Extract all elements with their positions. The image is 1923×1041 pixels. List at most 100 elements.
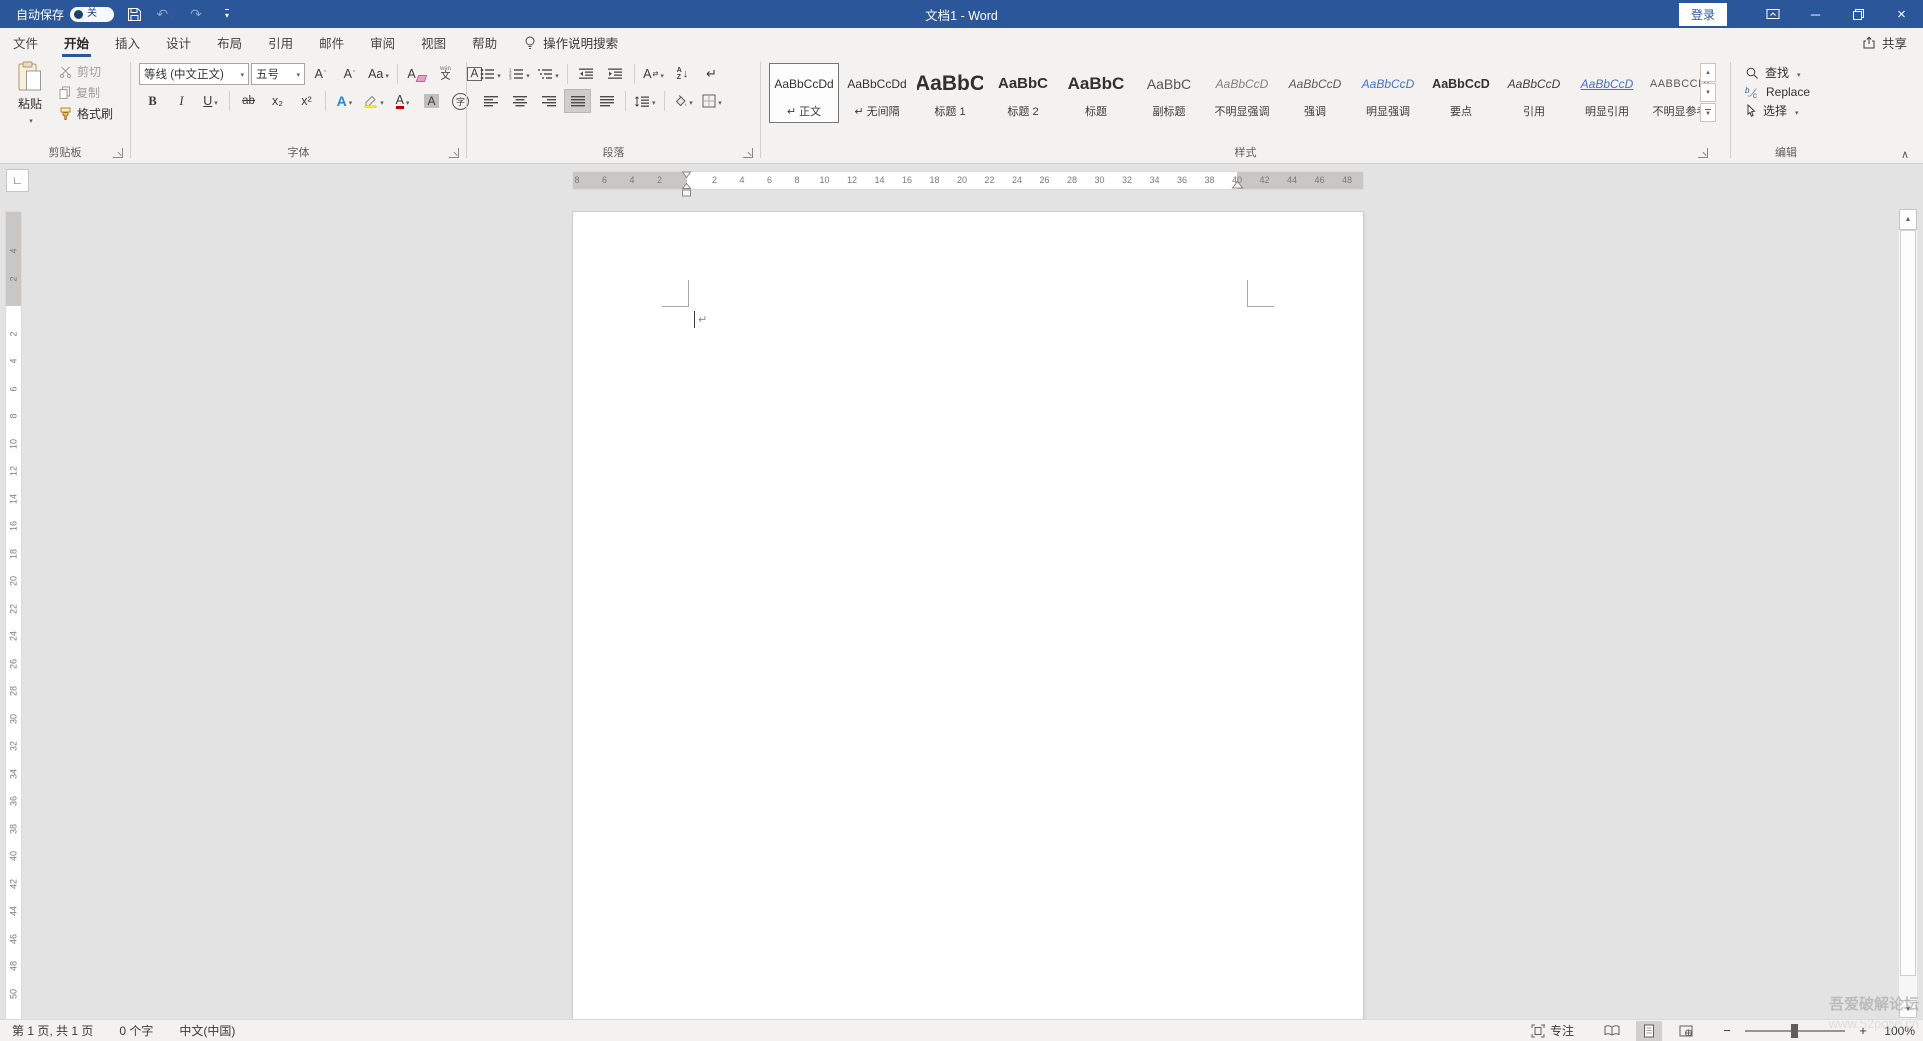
style-card-heading-1[interactable]: AaBbC标题 1 [915,63,985,123]
autosave-toggle[interactable]: 关 [70,7,114,22]
shading-button[interactable] [670,89,697,113]
style-card-normal[interactable]: AaBbCcDd↵ 正文 [769,63,839,123]
paste-button[interactable]: 粘贴 [8,61,52,135]
restore-button[interactable] [1837,0,1880,28]
language-indicator[interactable]: 中文(中国) [179,1022,235,1039]
increase-indent-button[interactable] [602,62,629,86]
scrollbar-down-button[interactable]: ▼ [1899,1000,1917,1018]
font-color-button[interactable]: A [389,89,416,113]
undo-button[interactable]: ↶ [154,3,176,25]
zoom-level[interactable]: 100% [1881,1024,1915,1038]
copy-button[interactable]: 复制 [56,82,116,103]
style-card-subtitle[interactable]: AaBbC副标题 [1134,63,1204,123]
left-indent-markers[interactable] [680,171,693,199]
style-gallery-up-button[interactable]: ▲ [1700,63,1716,82]
change-case-button[interactable]: Aa [365,62,392,86]
font-size-combo[interactable]: 五号 [251,63,305,85]
web-layout-button[interactable] [1673,1021,1699,1041]
line-spacing-button[interactable] [631,89,659,113]
style-card-quote[interactable]: AaBbCcD引用 [1499,63,1569,123]
text-effects-button[interactable]: A [331,89,358,113]
style-card-no-spacing[interactable]: AaBbCcDd↵ 无间隔 [842,63,912,123]
zoom-slider-handle[interactable] [1791,1024,1798,1038]
cut-button[interactable]: 剪切 [56,61,116,82]
multilevel-list-button[interactable] [535,62,562,86]
shrink-font-button[interactable]: Aˇ [336,62,363,86]
zoom-in-button[interactable]: + [1856,1023,1870,1038]
show-hide-marks-button[interactable]: ↵ [698,62,725,86]
close-button[interactable]: × [1880,0,1923,28]
autosave-control[interactable]: 自动保存 关 [16,6,114,23]
tab-layout[interactable]: 布局 [204,28,255,57]
tab-insert[interactable]: 插入 [102,28,153,57]
tab-help[interactable]: 帮助 [459,28,510,57]
style-card-title[interactable]: AaBbC标题 [1061,63,1131,123]
asian-layout-button[interactable]: A⇄ [640,62,667,86]
clipboard-dialog-launcher[interactable] [113,148,123,158]
bullets-button[interactable] [477,62,504,86]
style-card-subtle-emphasis[interactable]: AaBbCcD不明显强调 [1207,63,1277,123]
tab-mailings[interactable]: 邮件 [306,28,357,57]
select-button[interactable]: 选择 [1745,101,1799,120]
collapse-ribbon-button[interactable]: ∧ [1901,148,1909,161]
right-indent-marker[interactable] [1231,181,1244,189]
style-card-emphasis[interactable]: AaBbCcD强调 [1280,63,1350,123]
tab-view[interactable]: 视图 [408,28,459,57]
style-gallery-down-button[interactable]: ▼ [1700,83,1716,102]
bold-button[interactable]: B [139,89,166,113]
share-button[interactable]: 共享 [1862,28,1907,57]
text-highlight-button[interactable] [360,89,387,113]
italic-button[interactable]: I [168,89,195,113]
strikethrough-button[interactable]: ab [235,89,262,113]
style-card-intense-quote[interactable]: AaBbCcD明显引用 [1572,63,1642,123]
styles-dialog-launcher[interactable] [1698,148,1708,158]
tab-references[interactable]: 引用 [255,28,306,57]
redo-button[interactable]: ↷ [185,3,207,25]
decrease-indent-button[interactable] [573,62,600,86]
style-gallery-more-button[interactable]: ▼ [1700,103,1716,122]
page-indicator[interactable]: 第 1 页, 共 1 页 [12,1022,93,1039]
character-shading-button[interactable]: A [418,89,445,113]
customize-quick-access-toolbar-button[interactable]: ▾ [216,3,238,25]
sort-button[interactable]: AZ↓ [669,62,696,86]
vertical-ruler[interactable]: 4224681012141618202224262830323436384042… [6,212,21,1020]
tab-file[interactable]: 文件 [0,28,51,57]
document-page[interactable]: ↵ [573,212,1363,1020]
minimize-button[interactable]: ─ [1794,0,1837,28]
zoom-slider[interactable] [1745,1030,1845,1032]
word-count[interactable]: 0 个字 [119,1022,153,1039]
phonetic-guide-button[interactable]: wén文 [432,62,459,86]
numbering-button[interactable]: 123 [506,62,533,86]
tell-me-search[interactable]: 操作说明搜索 [524,28,618,57]
horizontal-ruler[interactable]: 8642246810121416182022242628303234363840… [573,172,1363,189]
subscript-button[interactable]: x₂ [264,89,291,113]
find-button[interactable]: 查找 [1745,63,1801,82]
justify-button[interactable] [564,89,591,113]
replace-button[interactable]: bc Replace [1745,82,1810,101]
borders-button[interactable] [699,89,726,113]
zoom-out-button[interactable]: − [1720,1023,1734,1038]
vertical-scrollbar[interactable]: ▲ ▼ [1898,209,1917,1020]
ribbon-display-options-button[interactable] [1751,0,1794,28]
align-right-button[interactable] [535,89,562,113]
style-card-intense-emphasis[interactable]: AaBbCcD明显强调 [1353,63,1423,123]
style-card-strong[interactable]: AaBbCcD要点 [1426,63,1496,123]
superscript-button[interactable]: x² [293,89,320,113]
tab-home[interactable]: 开始 [51,28,102,57]
font-name-combo[interactable]: 等线 (中文正文) [139,63,249,85]
scrollbar-thumb[interactable] [1900,230,1916,976]
align-left-button[interactable] [477,89,504,113]
focus-mode-button[interactable]: 专注 [1531,1022,1574,1039]
sign-in-button[interactable]: 登录 [1679,3,1727,26]
clear-formatting-button[interactable]: A [403,62,430,86]
align-center-button[interactable] [506,89,533,113]
tab-design[interactable]: 设计 [153,28,204,57]
underline-button[interactable]: U [197,89,224,113]
print-layout-button[interactable] [1636,1021,1662,1041]
scrollbar-up-button[interactable]: ▲ [1899,209,1917,230]
read-mode-button[interactable] [1599,1021,1625,1041]
tab-stop-selector[interactable]: ∟ [6,169,29,192]
style-card-heading-2[interactable]: AaBbC标题 2 [988,63,1058,123]
distribute-button[interactable] [593,89,620,113]
paragraph-dialog-launcher[interactable] [743,148,753,158]
